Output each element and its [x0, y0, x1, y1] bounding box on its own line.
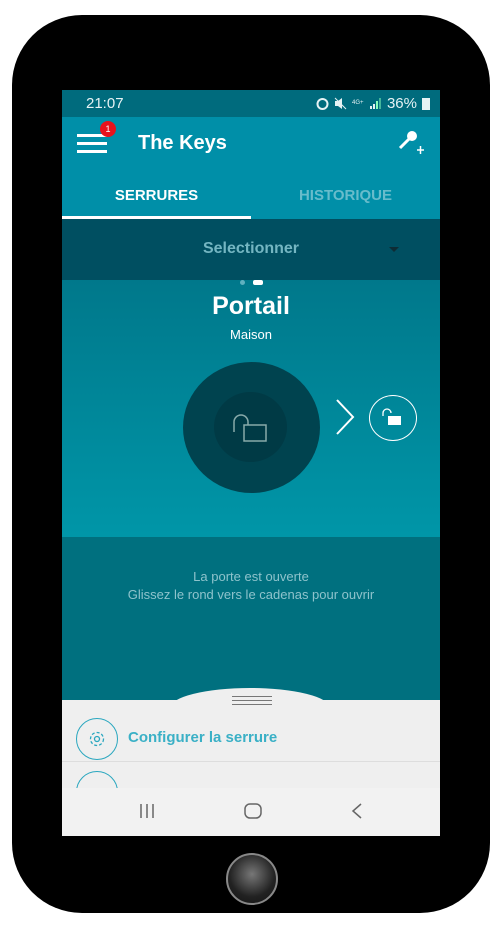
- unlock-target-button[interactable]: [369, 395, 417, 441]
- tab-bar: SERRURES HISTORIQUE: [62, 170, 440, 219]
- knob-inner: [214, 392, 287, 462]
- configure-lock-label: Configurer la serrure: [128, 729, 278, 746]
- gear-icon: [76, 718, 118, 760]
- caret-down-icon: [389, 247, 399, 252]
- slide-knob[interactable]: [183, 362, 320, 493]
- status-time: 21:07: [86, 95, 124, 112]
- open-padlock-icon: [382, 408, 401, 425]
- home-icon: [244, 803, 262, 819]
- instruction-text: Glissez le rond vers le cadenas pour ouv…: [127, 587, 375, 602]
- lock-name: Portail: [212, 292, 290, 320]
- tab-serrures[interactable]: SERRURES: [62, 170, 251, 219]
- key-add-icon[interactable]: [398, 129, 424, 157]
- system-nav-bar: [62, 788, 440, 836]
- back-icon: [351, 803, 362, 819]
- lock-slider-panel: Portail Maison: [62, 280, 440, 537]
- app-title: The Keys: [138, 132, 227, 154]
- lock-selector-dropdown[interactable]: Selectionner: [62, 219, 440, 280]
- network-4g-icon: 4G+: [352, 100, 364, 106]
- tab-historique[interactable]: HISTORIQUE: [251, 170, 440, 219]
- battery-icon: [422, 98, 430, 110]
- alarm-icon: [316, 98, 329, 110]
- svg-text:4G+: 4G+: [352, 100, 364, 106]
- battery-percent: 36%: [386, 95, 417, 112]
- notification-badge: 1: [100, 121, 116, 137]
- selector-label: Selectionner: [202, 240, 300, 257]
- page-indicator: [240, 280, 263, 285]
- recent-apps-button[interactable]: [138, 802, 156, 825]
- bottom-sheet: Configurer la serrure: [62, 688, 440, 813]
- back-button[interactable]: [350, 802, 364, 825]
- status-bar: 21:07 4G+ 36%: [62, 90, 440, 117]
- status-message: La porte est ouverte Glissez le rond ver…: [62, 537, 440, 700]
- signal-icon: [369, 98, 381, 109]
- page-dot: [240, 280, 245, 285]
- home-button[interactable]: [243, 802, 263, 825]
- open-padlock-icon: [233, 414, 267, 442]
- menu-button[interactable]: 1: [77, 121, 116, 154]
- mute-icon: [334, 97, 347, 110]
- configure-lock-item[interactable]: Configurer la serrure: [62, 708, 440, 762]
- page-dot-active: [253, 280, 263, 285]
- door-status-text: La porte est ouverte: [193, 569, 309, 584]
- lock-location: Maison: [230, 327, 272, 342]
- chevron-right-icon: [336, 399, 355, 435]
- screen: 21:07 4G+ 36% 1 The Keys SERRURES HISTOR…: [62, 90, 440, 836]
- app-bar: 1 The Keys: [62, 117, 440, 170]
- recents-icon: [140, 804, 154, 818]
- hamburger-icon-bar: [77, 142, 107, 145]
- home-hardware-button[interactable]: [226, 853, 278, 905]
- drag-grip-icon: [232, 696, 272, 708]
- hamburger-icon-bar: [77, 150, 107, 153]
